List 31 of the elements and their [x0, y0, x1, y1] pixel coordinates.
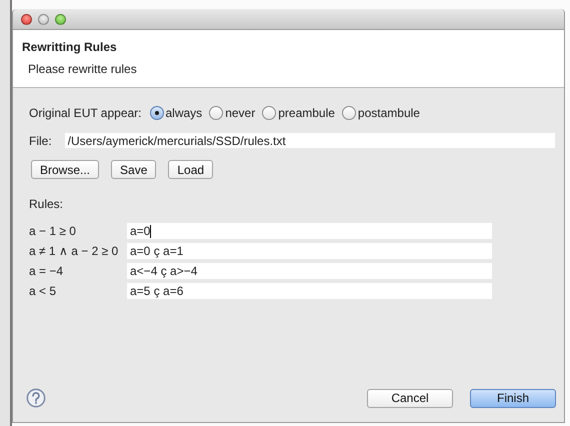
appear-label: Original EUT appear:	[29, 106, 142, 120]
radio-label[interactable]: always	[166, 106, 202, 120]
push-button[interactable]: Load	[168, 160, 214, 179]
file-label: File:	[29, 134, 52, 148]
rule-value-field[interactable]: a=0	[127, 223, 492, 239]
minimize-button[interactable]	[38, 14, 49, 24]
rule-value-field[interactable]: a<−4 ç a>−4	[127, 263, 492, 279]
rule-condition: a = −4	[29, 263, 64, 279]
dialog-message: Please rewritte rules	[27, 62, 138, 76]
finish-button[interactable]: Finish	[470, 388, 556, 408]
rules-label: Rules:	[29, 197, 64, 211]
radio-label[interactable]: postambule	[358, 106, 420, 120]
rule-value-field[interactable]: a=0 ç a=1	[127, 243, 492, 259]
rule-condition: a < 5	[29, 283, 58, 299]
close-button[interactable]	[21, 14, 32, 24]
cancel-button[interactable]: Cancel	[367, 388, 453, 408]
radio-label[interactable]: never	[225, 106, 256, 120]
help-icon[interactable]	[26, 388, 46, 408]
radio-button[interactable]	[262, 106, 276, 120]
radio-button[interactable]	[342, 106, 356, 120]
rule-condition: a − 1 ≥ 0	[29, 223, 77, 239]
rule-condition: a ≠ 1 ∧ a − 2 ≥ 0	[29, 243, 120, 259]
file-path-field[interactable]: /Users/aymerick/mercurials/SSD/rules.txt	[64, 133, 555, 148]
push-button[interactable]: Browse...	[31, 160, 100, 179]
radio-button[interactable]	[150, 106, 164, 120]
zoom-button[interactable]	[55, 14, 66, 24]
radio-label[interactable]: preambule	[278, 106, 335, 120]
rule-value-field[interactable]: a=5 ç a=6	[127, 283, 492, 299]
radio-button[interactable]	[209, 106, 224, 120]
dialog-title: Rewritting Rules	[22, 40, 118, 54]
push-button[interactable]: Save	[111, 160, 156, 179]
